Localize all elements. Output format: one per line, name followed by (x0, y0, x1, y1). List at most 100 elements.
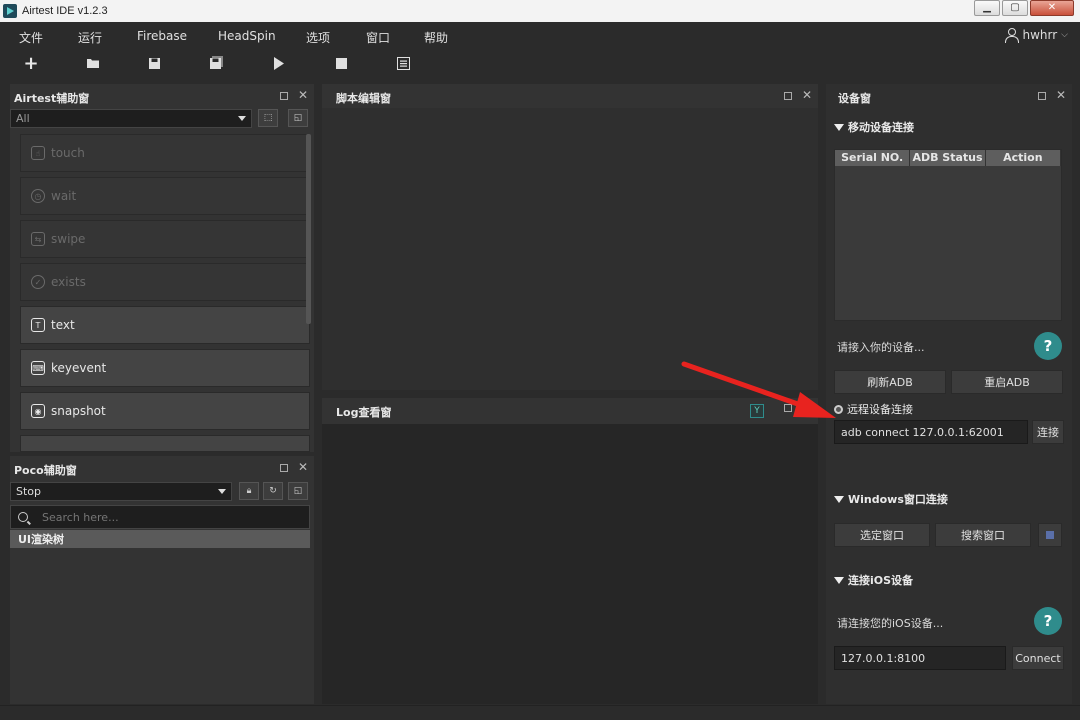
api-wait[interactable]: ◷ wait (20, 177, 310, 215)
help-icon[interactable]: ? (1034, 332, 1062, 360)
section-label: 连接iOS设备 (848, 574, 914, 587)
menu-firebase[interactable]: Firebase (137, 29, 187, 43)
save-icon[interactable] (145, 54, 163, 72)
refresh-icon[interactable]: ↻ (263, 482, 283, 500)
search-icon: ✓ (31, 275, 45, 289)
stop-icon[interactable] (332, 54, 350, 72)
log-output-area[interactable] (322, 424, 818, 704)
text-icon: T (31, 318, 45, 332)
user-name: hwhrr (1022, 28, 1058, 42)
api-filter-value: All (16, 112, 30, 125)
lock-icon[interactable]: 🔒︎ (239, 482, 259, 500)
menu-options[interactable]: 选项 (306, 29, 330, 46)
menu-window[interactable]: 窗口 (366, 29, 390, 46)
search-icon (18, 512, 28, 522)
close-icon[interactable]: ✕ (298, 460, 308, 474)
api-scrollbar[interactable] (306, 134, 311, 324)
menu-file[interactable]: 文件 (19, 29, 43, 46)
windows-section-header[interactable]: Windows窗口连接 (834, 491, 948, 507)
open-folder-icon[interactable] (84, 54, 102, 72)
api-label: touch (51, 146, 85, 160)
help-icon[interactable]: ? (1034, 607, 1062, 635)
close-icon[interactable]: ✕ (298, 88, 308, 102)
ios-connect-button[interactable]: Connect (1012, 646, 1064, 670)
filter-icon[interactable]: Y (750, 404, 764, 418)
column-serial: Serial NO. (835, 150, 911, 166)
api-label: swipe (51, 232, 86, 246)
keyboard-icon: ⌨ (31, 361, 45, 375)
api-filter-select[interactable]: All (10, 109, 252, 128)
api-label: keyevent (51, 361, 107, 375)
save-all-icon[interactable] (207, 54, 225, 72)
user-menu[interactable]: hwhrr ⌵ (1004, 28, 1068, 43)
window-picker-icon[interactable] (1038, 523, 1062, 547)
toolbar: + (0, 50, 1080, 76)
api-label: wait (51, 189, 77, 203)
api-more[interactable] (20, 435, 310, 452)
user-icon (1004, 28, 1020, 43)
screenshot-icon[interactable]: ⬚ (258, 109, 278, 127)
chevron-down-icon (238, 116, 246, 121)
ios-address-input[interactable]: 127.0.0.1:8100 (834, 646, 1006, 670)
float-icon[interactable] (279, 464, 288, 472)
minimize-button[interactable]: ▁ (974, 0, 1000, 16)
hand-icon: ☝ (31, 146, 45, 160)
poco-search-input[interactable] (42, 510, 282, 524)
select-window-button[interactable]: 选定窗口 (834, 523, 930, 547)
triangle-down-icon (834, 576, 844, 584)
api-swipe[interactable]: ⇆ swipe (20, 220, 310, 258)
menu-headspin[interactable]: HeadSpin (218, 29, 276, 43)
title-bar: Airtest IDE v1.2.3 ▁ ▢ ✕ (0, 0, 1080, 22)
remote-connect-option[interactable]: 远程设备连接 (834, 401, 913, 417)
api-text[interactable]: T text (20, 306, 310, 344)
section-label: 远程设备连接 (847, 403, 913, 416)
panel-title: Airtest辅助窗 (14, 92, 90, 105)
remote-address-input[interactable]: adb connect 127.0.0.1:62001 (834, 420, 1028, 444)
column-adb-status: ADB Status (910, 150, 986, 166)
api-exists[interactable]: ✓ exists (20, 263, 310, 301)
log-icon[interactable] (394, 54, 412, 72)
poco-mode-select[interactable]: Stop (10, 482, 232, 501)
run-icon[interactable] (270, 54, 288, 72)
section-label: Windows窗口连接 (848, 493, 948, 506)
api-keyevent[interactable]: ⌨ keyevent (20, 349, 310, 387)
menu-help[interactable]: 帮助 (424, 29, 448, 46)
mobile-section-header[interactable]: 移动设备连接 (834, 119, 914, 135)
window-title: Airtest IDE v1.2.3 (22, 5, 108, 17)
restart-adb-button[interactable]: 重启ADB (951, 370, 1063, 394)
float-icon[interactable] (784, 404, 792, 412)
close-window-button[interactable]: ✕ (1030, 0, 1074, 16)
float-icon[interactable] (783, 92, 792, 100)
script-editor-area[interactable] (322, 108, 818, 390)
record-icon[interactable]: ◱ (288, 482, 308, 500)
camera-icon: ◉ (31, 404, 45, 418)
api-label: snapshot (51, 404, 106, 418)
search-window-button[interactable]: 搜索窗口 (935, 523, 1031, 547)
app-logo-icon (3, 4, 17, 18)
record-icon[interactable]: ◱ (288, 109, 308, 127)
new-file-icon[interactable]: + (22, 53, 40, 74)
log-viewer-panel: Log查看窗 Y (322, 398, 818, 704)
remote-connect-button[interactable]: 连接 (1032, 420, 1064, 444)
ios-device-hint: 请连接您的iOS设备... (837, 617, 944, 630)
close-icon[interactable]: ✕ (1056, 88, 1066, 102)
device-panel: 设备窗 ✕ 移动设备连接 Serial NO. ADB Status Actio… (826, 84, 1072, 704)
device-table-header: Serial NO. ADB Status Action (835, 150, 1061, 166)
ios-section-header[interactable]: 连接iOS设备 (834, 572, 913, 588)
poco-search-box (10, 505, 310, 529)
refresh-adb-button[interactable]: 刷新ADB (834, 370, 946, 394)
poco-assistant-panel: Poco辅助窗 ✕ Stop 🔒︎ ↻ ◱ UI渲染树 (10, 456, 314, 704)
triangle-down-icon (834, 123, 844, 131)
float-icon[interactable] (279, 92, 288, 100)
menu-run[interactable]: 运行 (78, 29, 102, 46)
api-touch[interactable]: ☝ touch (20, 134, 310, 172)
panel-title: 脚本编辑窗 (336, 92, 391, 105)
close-icon[interactable]: ✕ (802, 88, 812, 102)
panel-title: Poco辅助窗 (14, 464, 77, 477)
menu-bar: 文件 运行 Firebase HeadSpin 选项 窗口 帮助 hwhrr ⌵ (0, 22, 1080, 50)
api-snapshot[interactable]: ◉ snapshot (20, 392, 310, 430)
ui-tree-root[interactable]: UI渲染树 (10, 530, 310, 548)
float-icon[interactable] (1037, 92, 1046, 100)
device-table: Serial NO. ADB Status Action (834, 149, 1062, 321)
maximize-button[interactable]: ▢ (1002, 0, 1028, 16)
